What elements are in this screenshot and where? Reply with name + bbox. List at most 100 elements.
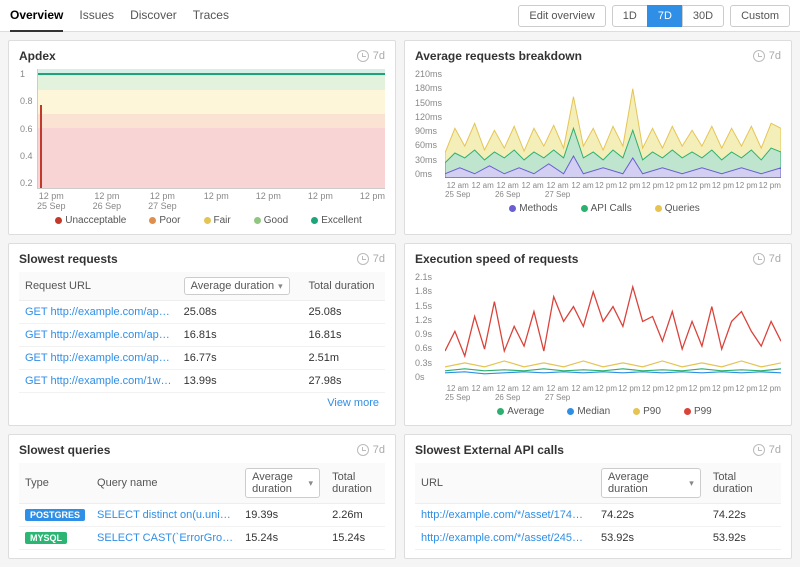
panel-slowest-requests: Slowest requests 7d Request URL Average … <box>8 243 396 426</box>
xtick: 12 pm <box>759 384 781 402</box>
avg-duration: 19.39s <box>239 504 326 527</box>
tab-overview[interactable]: Overview <box>10 0 63 32</box>
legend-item: P99 <box>671 406 712 417</box>
period-label: 7d <box>769 444 781 456</box>
total-duration: 16.81s <box>302 324 385 347</box>
tab-issues[interactable]: Issues <box>79 0 114 32</box>
panel-title: Slowest External API calls <box>415 443 564 457</box>
tab-discover[interactable]: Discover <box>130 0 177 32</box>
slowest-queries-table: Type Query name Average duration▾ Total … <box>19 463 385 550</box>
xtick: 12 am25 Sep <box>445 181 470 199</box>
legend-item: Average <box>484 406 544 417</box>
api-url[interactable]: http://example.com/*/asset/1749749435?lo… <box>415 504 595 527</box>
table-row[interactable]: GET http://example.com/applicatio… 16.81s… <box>19 324 385 347</box>
request-url[interactable]: GET http://example.com/1wbomx9… <box>19 370 178 393</box>
ytick: 0.6s <box>415 343 432 353</box>
total-duration: 53.92s <box>707 527 781 550</box>
range-7d[interactable]: 7D <box>647 5 683 27</box>
col-totdur: Total duration <box>707 463 781 504</box>
api-url[interactable]: http://example.com/*/asset/2452181211?lo… <box>415 527 595 550</box>
ytick: 180ms <box>415 83 442 93</box>
col-url: Request URL <box>19 272 178 301</box>
xtick: 12 pm <box>688 181 710 199</box>
xtick: 12 pm <box>595 181 617 199</box>
db-badge: POSTGRES <box>25 509 85 521</box>
edit-overview-button[interactable]: Edit overview <box>518 5 605 27</box>
avgdur-dropdown[interactable]: Average duration▾ <box>601 468 701 498</box>
range-30d[interactable]: 30D <box>682 5 724 27</box>
period-label: 7d <box>769 253 781 265</box>
panel-slowest-api: Slowest External API calls 7d URL Averag… <box>404 434 792 559</box>
xtick: 12 am26 Sep <box>495 384 520 402</box>
tabs: Overview Issues Discover Traces <box>10 0 229 32</box>
period-label: 7d <box>373 50 385 62</box>
legend-item: Fair <box>191 215 231 226</box>
range-group: 1D 7D 30D <box>612 5 724 27</box>
total-duration: 15.24s <box>326 527 385 550</box>
ytick: 0ms <box>415 169 442 179</box>
avgdur-dropdown[interactable]: Average duration▾ <box>184 277 290 295</box>
panel-title: Slowest queries <box>19 443 110 457</box>
xtick: 12 pm <box>665 384 687 402</box>
xtick: 12 pm <box>642 384 664 402</box>
xtick: 12 pm <box>735 384 757 402</box>
ytick: 30ms <box>415 155 442 165</box>
xtick: 12 am25 Sep <box>445 384 470 402</box>
legend-item: API Calls <box>568 203 632 214</box>
query-name[interactable]: SELECT distinct on(u.uni… <box>91 504 239 527</box>
legend-item: P90 <box>620 406 661 417</box>
table-row[interactable]: POSTGRESSELECT distinct on(u.uni…19.39s2… <box>19 504 385 527</box>
xtick: 12 pm <box>712 181 734 199</box>
ytick: 1.2s <box>415 315 432 325</box>
avgdur-dropdown[interactable]: Average duration▾ <box>245 468 320 498</box>
xtick: 12 am <box>521 384 543 402</box>
clock-icon <box>753 444 765 456</box>
col-totdur: Total duration <box>302 272 385 301</box>
table-row[interactable]: MYSQLSELECT CAST(`ErrorGro…15.24s15.24s <box>19 527 385 550</box>
ytick: 0.8 <box>20 96 33 106</box>
xtick: 12 pm <box>360 191 385 211</box>
avg-duration: 74.22s <box>595 504 707 527</box>
table-row[interactable]: GET http://example.com/apm/1xp…25.08s25.… <box>19 301 385 324</box>
view-more-link[interactable]: View more <box>19 393 385 409</box>
clock-icon <box>357 50 369 62</box>
execspeed-chart <box>445 272 781 381</box>
avg-duration: 13.99s <box>178 370 303 393</box>
legend-item: Unacceptable <box>42 215 126 226</box>
xtick: 12 am27 Sep <box>545 384 570 402</box>
panel-apdex: Apdex 7d 1 0.8 0.6 0.4 0.2 12 pm25 Sep12… <box>8 40 396 235</box>
table-row[interactable]: GET http://example.com/1wbomx9…13.99s27.… <box>19 370 385 393</box>
xtick: 12 pm <box>712 384 734 402</box>
xtick: 12 pm <box>759 181 781 199</box>
range-custom[interactable]: Custom <box>730 5 790 27</box>
ytick: 0s <box>415 372 432 382</box>
db-badge: MYSQL <box>25 532 67 544</box>
xtick: 12 pm <box>642 181 664 199</box>
request-url[interactable]: GET http://example.com/applicatio… <box>19 347 178 370</box>
total-duration: 74.22s <box>707 504 781 527</box>
table-row[interactable]: GET http://example.com/applicatio…16.77s… <box>19 347 385 370</box>
col-avgdur: Average duration▾ <box>178 272 303 301</box>
clock-icon <box>357 253 369 265</box>
query-name[interactable]: SELECT CAST(`ErrorGro… <box>91 527 239 550</box>
range-1d[interactable]: 1D <box>612 5 648 27</box>
request-url[interactable]: GET http://example.com/applicatio… <box>19 324 178 347</box>
top-controls: Edit overview 1D 7D 30D Custom <box>518 5 790 27</box>
xtick: 12 am <box>571 384 593 402</box>
ytick: 120ms <box>415 112 442 122</box>
xtick: 12 am27 Sep <box>545 181 570 199</box>
xtick: 12 pm <box>308 191 333 211</box>
table-row[interactable]: http://example.com/*/asset/1749749435?lo… <box>415 504 781 527</box>
ytick: 0.9s <box>415 329 432 339</box>
chevron-down-icon: ▾ <box>309 478 314 489</box>
tab-traces[interactable]: Traces <box>193 0 229 32</box>
ytick: 0.3s <box>415 358 432 368</box>
xtick: 12 pm <box>665 181 687 199</box>
ytick: 1.8s <box>415 286 432 296</box>
table-row[interactable]: http://example.com/*/asset/2452181211?lo… <box>415 527 781 550</box>
request-url[interactable]: GET http://example.com/apm/1xp… <box>19 301 178 324</box>
col-totdur: Total duration <box>326 463 385 504</box>
xtick: 12 am <box>521 181 543 199</box>
xtick: 12 pm27 Sep <box>148 191 177 211</box>
col-type: Type <box>19 463 91 504</box>
